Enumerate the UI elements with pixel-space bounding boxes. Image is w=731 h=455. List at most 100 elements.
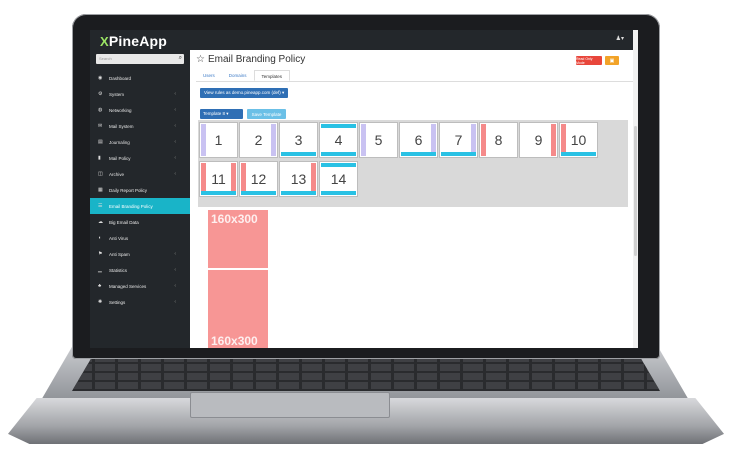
sidebar-item-mail-system[interactable]: ✉ Mail System ‹ [90, 118, 190, 134]
main-content: ☆ Email Branding Policy Read Only Mode ▣ … [190, 50, 636, 348]
tab-bar: Users Domains Templates [196, 70, 636, 82]
sidebar-item-system[interactable]: ⚙ System ‹ [90, 86, 190, 102]
banner-size-label: 160x300 [211, 334, 258, 348]
laptop-touchpad [190, 392, 390, 418]
banner-divider [208, 268, 268, 270]
sidebar-item-label: Daily Report Policy [109, 187, 148, 193]
laptop-mockup: XPineApp Search ⌕ ◉ Dashboard ⚙ System ‹ ◍ Net… [0, 0, 731, 455]
logo-suffix: App [139, 33, 168, 49]
sidebar-item-email-branding-policy[interactable]: ☰ Email Branding Policy [90, 198, 190, 214]
chevron-left-icon: ‹ [174, 139, 176, 145]
dashboard-icon: ◉ [98, 75, 103, 81]
archive-icon: ◫ [98, 171, 103, 177]
sidebar-item-label: Big Email Data [109, 219, 139, 225]
sidebar-item-label: Anti Spam [109, 251, 130, 257]
sidebar-item-statistics[interactable]: ▁ Statistics ‹ [90, 262, 190, 278]
journal-icon: ▤ [98, 139, 103, 145]
star-icon[interactable]: ☆ [196, 54, 205, 65]
sidebar-item-big-email-data[interactable]: ☁ Big Email Data [90, 214, 190, 230]
sidebar-item-dashboard[interactable]: ◉ Dashboard [90, 70, 190, 86]
sidebar-item-label: Statistics [109, 267, 128, 273]
page-scrollbar[interactable] [633, 30, 638, 348]
template-thumbnail[interactable]: 3 [279, 122, 318, 158]
scrollbar-thumb[interactable] [634, 126, 637, 256]
template-number: 13 [290, 171, 307, 187]
template-bar [401, 152, 436, 156]
template-thumbnail[interactable]: 6 [399, 122, 438, 158]
sidebar-item-mail-policy[interactable]: ▮ Mail Policy ‹ [90, 150, 190, 166]
calendar-icon: ▦ [98, 187, 103, 193]
template-thumbnail[interactable]: 10 [559, 122, 598, 158]
chevron-left-icon: ‹ [174, 171, 176, 177]
globe-icon: ◍ [98, 107, 103, 113]
chevron-left-icon: ‹ [174, 251, 176, 257]
search-placeholder: Search [99, 56, 112, 61]
template-bar [321, 152, 356, 156]
template-thumbnail[interactable]: 12 [239, 161, 278, 197]
template-thumbnail[interactable]: 7 [439, 122, 478, 158]
template-bar [281, 191, 316, 195]
template-thumbnail[interactable]: 14 [319, 161, 358, 197]
chevron-left-icon: ‹ [174, 107, 176, 113]
banner-size-label: 160x300 [211, 212, 258, 226]
sidebar-item-journaling[interactable]: ▤ Journaling ‹ [90, 134, 190, 150]
shield-icon: ◖ [98, 235, 102, 241]
tab-domains[interactable]: Domains [222, 70, 254, 81]
app-screen: XPineApp Search ⌕ ◉ Dashboard ⚙ System ‹ ◍ Net… [90, 30, 638, 348]
chevron-left-icon: ‹ [174, 123, 176, 129]
template-thumbnail[interactable]: 13 [279, 161, 318, 197]
template-thumbnail[interactable]: 9 [519, 122, 558, 158]
sidebar-item-settings[interactable]: ✺ Settings ‹ [90, 294, 190, 310]
save-template-button[interactable]: Save Template [247, 109, 286, 119]
app-logo[interactable]: XPineApp [90, 30, 190, 52]
template-number: 6 [414, 132, 423, 148]
template-thumbnail[interactable]: 1 [199, 122, 238, 158]
template-number: 9 [534, 132, 543, 148]
user-menu-icon[interactable]: ♟▾ [616, 35, 624, 42]
view-rules-dropdown[interactable]: View rules as demo.pineapp.com (def) ▾ [200, 88, 289, 98]
cog-icon: ✺ [98, 299, 103, 305]
template-thumbnail[interactable]: 5 [359, 122, 398, 158]
notification-button[interactable]: ▣ [605, 56, 619, 65]
template-number: 11 [211, 171, 226, 187]
sidebar-item-anti-spam[interactable]: ⚑ Anti Spam ‹ [90, 246, 190, 262]
template-bar [441, 152, 476, 156]
sidebar-item-managed-services[interactable]: ♣ Managed Services ‹ [90, 278, 190, 294]
template-thumbnail[interactable]: 8 [479, 122, 518, 158]
sidebar-item-networking[interactable]: ◍ Networking ‹ [90, 102, 190, 118]
page-title: ☆ Email Branding Policy [196, 54, 305, 65]
template-thumbnail[interactable]: 11 [199, 161, 238, 197]
template-number: 5 [374, 132, 383, 148]
search-icon[interactable]: ⌕ [179, 55, 182, 62]
tab-users[interactable]: Users [196, 70, 222, 81]
sidebar-item-anti-virus[interactable]: ◖ Anti Virus [90, 230, 190, 246]
template-number: 4 [334, 132, 343, 148]
template-bar [321, 191, 356, 195]
template-dropdown[interactable]: Template 8 ▾ [200, 109, 243, 119]
sidebar-item-label: Email Branding Policy [109, 203, 153, 209]
sidebar-item-archive[interactable]: ◫ Archive ‹ [90, 166, 190, 182]
sidebar-item-label: Managed Services [109, 283, 147, 289]
template-number: 3 [294, 132, 303, 148]
logo-prefix: Pine [108, 33, 140, 49]
search-input[interactable]: Search ⌕ [96, 54, 184, 64]
chevron-left-icon: ‹ [174, 299, 176, 305]
sidebar-item-label: System [109, 91, 125, 97]
template-thumbnail[interactable]: 2 [239, 122, 278, 158]
flag-icon: ⚑ [98, 251, 103, 257]
chevron-left-icon: ‹ [174, 91, 176, 97]
chevron-left-icon: ‹ [174, 283, 176, 289]
sidebar-item-label: Mail System [109, 123, 134, 129]
template-bar [201, 191, 236, 195]
template-thumbnail[interactable]: 4 [319, 122, 358, 158]
envelope-icon: ✉ [98, 123, 103, 129]
template-number: 12 [250, 171, 267, 187]
template-bar [561, 152, 596, 156]
gears-icon: ⚙ [98, 91, 103, 97]
tab-templates[interactable]: Templates [253, 70, 291, 81]
template-number: 8 [494, 132, 503, 148]
template-number: 10 [570, 132, 587, 148]
sidebar-item-daily-report-policy[interactable]: ▦ Daily Report Policy [90, 182, 190, 198]
read-only-mode-button[interactable]: Read Only Mode [576, 56, 602, 65]
sidebar-item-label: Anti Virus [109, 235, 129, 241]
